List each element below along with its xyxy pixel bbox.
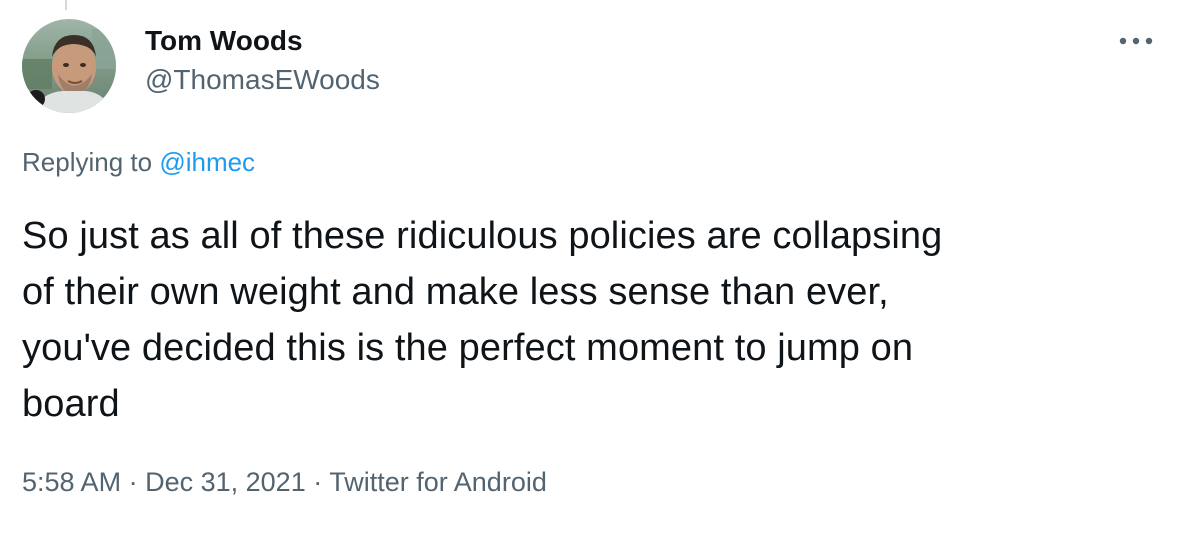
tweet-text-line: So just as all of these ridiculous polic… — [22, 215, 943, 257]
tweet-metadata: 5:58 AM · Dec 31, 2021 · Twitter for And… — [22, 465, 547, 499]
more-options-button[interactable] — [1116, 30, 1156, 52]
meta-separator: · — [313, 467, 323, 497]
tweet-source-link[interactable]: Twitter for Android — [329, 467, 547, 497]
tweet-text-line: of their own weight and make less sense … — [22, 271, 889, 313]
tweet-text: So just as all of these ridiculous polic… — [22, 208, 1162, 432]
replying-to: Replying to @ihmec — [22, 145, 255, 179]
ellipsis-icon — [1119, 37, 1153, 45]
thread-connector-line — [65, 0, 67, 10]
profile-photo-icon — [22, 19, 116, 113]
replying-to-label: Replying to — [22, 147, 153, 177]
avatar[interactable] — [22, 19, 116, 113]
tweet-date-link[interactable]: Dec 31, 2021 — [145, 467, 306, 497]
reply-mention-link[interactable]: @ihmec — [159, 147, 255, 177]
author-handle[interactable]: @ThomasEWoods — [145, 63, 380, 97]
meta-separator: · — [128, 467, 138, 497]
tweet-text-line: board — [22, 383, 120, 425]
tweet-text-line: you've decided this is the perfect momen… — [22, 327, 914, 369]
author-name[interactable]: Tom Woods — [145, 24, 303, 58]
tweet-time-link[interactable]: 5:58 AM — [22, 467, 121, 497]
